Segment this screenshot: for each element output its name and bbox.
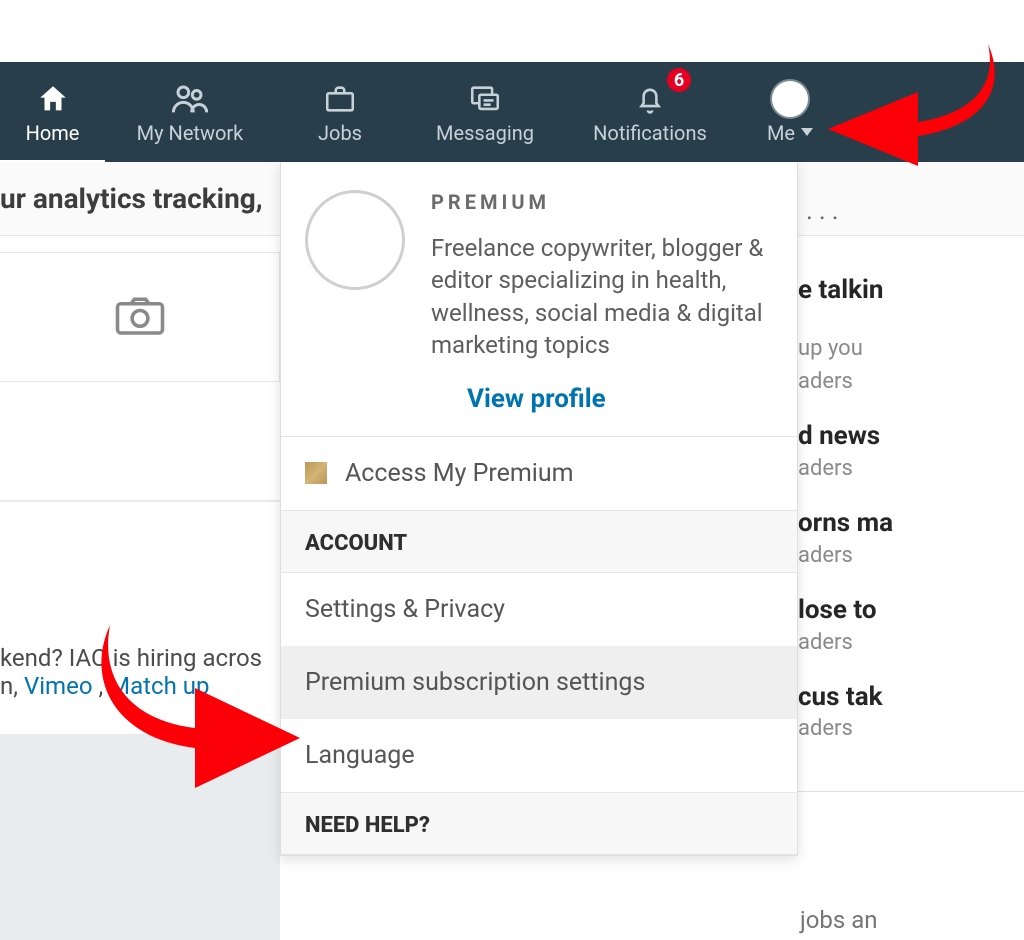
view-profile-link[interactable]: View profile (467, 384, 606, 414)
account-section-header: ACCOUNT (281, 510, 797, 573)
news-headline[interactable]: d news (798, 422, 1024, 452)
nav-me-label: Me (767, 121, 795, 145)
news-headline[interactable]: cus tak (798, 683, 1024, 713)
nav-messaging-label: Messaging (436, 121, 534, 145)
news-subline: aders (798, 543, 1024, 568)
access-premium-label: Access My Premium (345, 459, 574, 488)
language-label: Language (305, 741, 415, 770)
divider (798, 791, 1024, 792)
divider (0, 500, 280, 502)
profile-bio: Freelance copywriter, blogger & editor s… (431, 232, 773, 362)
feed-text-line2: n, (0, 672, 24, 700)
language-settings[interactable]: Language (281, 719, 797, 792)
camera-icon (113, 292, 167, 342)
premium-label: PREMIUM (431, 190, 773, 214)
annotation-arrow-left (90, 610, 310, 810)
more-menu[interactable]: ... (806, 196, 845, 226)
news-subline: aders (798, 456, 1024, 481)
news-headline[interactable]: orns ma (798, 509, 1024, 539)
messaging-icon (466, 79, 504, 119)
dropdown-profile-section: PREMIUM Freelance copywriter, blogger & … (281, 162, 797, 436)
news-subline: aders (798, 716, 1024, 741)
home-icon (36, 79, 70, 119)
jobs-snippet: jobs an (800, 906, 878, 934)
nav-messaging[interactable]: Messaging (405, 62, 565, 162)
photo-upload-card[interactable] (0, 252, 280, 382)
people-icon (170, 79, 210, 119)
notification-badge: 6 (665, 66, 693, 94)
bell-icon (633, 79, 667, 119)
need-help-section-header: NEED HELP? (281, 792, 797, 855)
nav-home[interactable]: Home (0, 62, 105, 162)
premium-subscription-label: Premium subscription settings (305, 668, 645, 697)
profile-avatar[interactable] (305, 190, 405, 290)
news-headline[interactable]: lose to (798, 596, 1024, 626)
nav-home-label: Home (26, 121, 80, 145)
nav-notifications-label: Notifications (593, 121, 707, 145)
nav-jobs[interactable]: Jobs (275, 62, 405, 162)
briefcase-icon (322, 79, 358, 119)
settings-privacy-label: Settings & Privacy (305, 595, 505, 624)
link-vimeo[interactable]: Vimeo (24, 672, 93, 700)
nav-notifications[interactable]: Notifications 6 (565, 62, 735, 162)
premium-subscription-settings[interactable]: Premium subscription settings (281, 646, 797, 719)
news-column: e talkin up you aders d news aders orns … (798, 270, 1024, 792)
news-subline: aders (798, 369, 1024, 394)
background-banner-text: ur analytics tracking, (0, 182, 263, 215)
nav-network-label: My Network (137, 121, 244, 145)
news-headline[interactable]: e talkin (798, 276, 1024, 306)
nav-jobs-label: Jobs (318, 121, 362, 145)
me-dropdown: PREMIUM Freelance copywriter, blogger & … (280, 162, 798, 856)
settings-privacy[interactable]: Settings & Privacy (281, 573, 797, 646)
news-subline: up you (798, 336, 1024, 361)
annotation-arrow-top (808, 34, 998, 184)
nav-my-network[interactable]: My Network (105, 62, 275, 162)
access-my-premium[interactable]: Access My Premium (281, 437, 797, 510)
news-subline: aders (798, 630, 1024, 655)
avatar-icon (770, 79, 810, 119)
premium-chip-icon (305, 462, 327, 484)
